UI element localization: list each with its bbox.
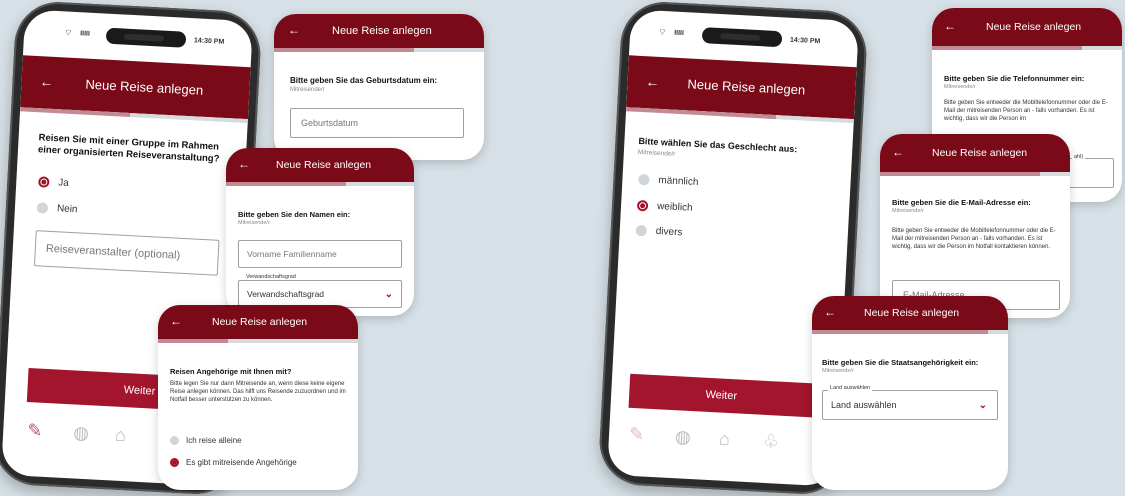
radio-divers[interactable] [635,224,648,237]
progress-fill [226,182,346,186]
relation-value: Verwandschaftsgrad [247,289,325,299]
radio-weiblich[interactable] [636,199,649,212]
card-title: Neue Reise anlegen [276,159,372,171]
card-title: Neue Reise anlegen [332,25,432,37]
radio-alone[interactable] [170,436,179,445]
tour-operator-placeholder: Reiseveranstalter (optional) [45,242,181,262]
question-text: Bitte geben Sie das Geburtsdatum ein: [290,76,438,85]
subtitle: Mitreisende/r [290,87,325,93]
progress-fill [274,48,414,52]
relation-select[interactable]: Verwandschaftsgrad ⌄ [238,280,402,308]
radio-label-relatives: Es gibt mitreisende Angehörige [186,458,297,467]
radio-label-alone: Ich reise alleine [186,436,242,445]
info-text: Bitte legen Sie nur dann Mitreisende an,… [170,381,346,403]
phone-legend-fragment: ahl) [1072,154,1086,160]
card-app-bar: ← Neue Reise anlegen [274,14,484,48]
info-text: Bitte geben Sie entweder die Mobiltelefo… [892,228,1056,250]
question-text: Bitte geben Sie die E-Mail-Adresse ein: [892,198,1031,207]
radio-label-weiblich: weiblich [656,200,693,214]
status-time: 14:30 PM [789,36,821,46]
radio-label-maennlich: männlich [658,175,699,189]
question-text: Reisen Angehörige mit Ihnen mit? [170,367,292,376]
radio-label-nein: Nein [56,203,78,216]
subtitle: Mitreisende/r [238,220,270,226]
edit-icon[interactable]: ✎ [629,424,645,446]
card-title: Neue Reise anlegen [212,316,308,328]
back-arrow-icon[interactable]: ← [944,20,956,32]
radio-relatives[interactable] [170,458,179,467]
globe-icon[interactable]: ◍ [674,426,692,448]
weiter-button[interactable]: Weiter [628,373,815,418]
wifi-icon: ⌔ [657,26,667,38]
question-text: Reisen Sie mit einer Gruppe im Rahmen ei… [37,132,220,165]
status-time: 14:30 PM [193,37,225,46]
card-app-bar: ← Neue Reise anlegen [880,134,1070,172]
chevron-down-icon: ⌄ [384,289,393,300]
globe-icon[interactable]: ◍ [73,422,90,444]
name-input[interactable]: Vorname Familienname [238,240,402,268]
card-app-bar: ← Neue Reise anlegen [226,148,414,182]
card-app-bar: ← Neue Reise anlegen [932,8,1122,46]
subtitle: Mitreisende/r [637,148,676,158]
alarm-icon[interactable]: ♧ [762,431,779,453]
progress-fill [880,172,1040,176]
card-birthdate: ← Neue Reise anlegen Bitte geben Sie das… [274,14,484,160]
back-arrow-icon[interactable]: ← [238,158,250,170]
subtitle: Mitreisende/r [892,208,924,214]
card-title: Neue Reise anlegen [864,307,960,319]
progress-fill [158,339,228,343]
progress-fill [812,330,988,334]
subtitle: Mitreisende/r [944,84,976,90]
country-value: Land auswählen [831,400,897,410]
chevron-down-icon: ⌄ [978,400,987,411]
back-arrow-icon[interactable]: ← [892,146,904,158]
app-bar-title: Neue Reise anlegen [687,76,806,98]
card-email: ← Neue Reise anlegen Bitte geben Sie die… [880,134,1070,318]
app-bar-title: Neue Reise anlegen [85,76,204,98]
edit-icon[interactable]: ✎ [27,420,43,442]
card-relatives: ← Neue Reise anlegen Reisen Angehörige m… [158,305,358,490]
question-text: Bitte geben Sie die Staatsangehörigkeit … [822,358,979,367]
card-title: Neue Reise anlegen [932,147,1028,159]
subtitle: Mitreisende/r [822,368,854,374]
map-icon[interactable]: ⌂ [115,425,127,447]
card-title: Neue Reise anlegen [986,21,1082,33]
camera-notch [701,27,783,48]
radio-ja[interactable] [38,176,50,188]
question-text: Bitte geben Sie den Namen ein: [238,210,351,219]
card-app-bar: ← Neue Reise anlegen [158,305,358,339]
country-select[interactable]: Land auswählen ⌄ [822,390,998,420]
country-legend: Land auswählen [828,385,873,391]
relation-legend: Verwandschaftsgrad [244,274,298,280]
camera-notch [105,27,187,48]
progress-fill [932,46,1082,50]
radio-maennlich[interactable] [638,173,650,186]
battery-indicator: IIIII [673,29,685,38]
birthdate-placeholder: Geburtsdatum [301,118,359,128]
radio-label-divers: divers [655,225,683,239]
tour-operator-input[interactable]: Reiseveranstalter (optional) [33,230,220,276]
card-nationality: ← Neue Reise anlegen Bitte geben Sie die… [812,296,1008,490]
question-text: Bitte geben Sie die Telefonnummer ein: [944,74,1085,83]
card-name: ← Neue Reise anlegen Bitte geben Sie den… [226,148,414,316]
back-arrow-icon[interactable]: ← [39,73,54,90]
back-arrow-icon[interactable]: ← [288,24,300,36]
map-icon[interactable]: ⌂ [718,429,730,451]
back-arrow-icon[interactable]: ← [645,73,660,90]
card-app-bar: ← Neue Reise anlegen [812,296,1008,330]
weiter-button-label: Weiter [123,384,156,398]
battery-indicator: IIIII [79,30,91,38]
back-arrow-icon[interactable]: ← [170,315,182,327]
info-text: Bitte geben Sie entweder die Mobiltelefo… [944,100,1108,122]
back-arrow-icon[interactable]: ← [824,306,836,318]
birthdate-input[interactable]: Geburtsdatum [290,108,464,138]
radio-label-ja: Ja [58,177,70,189]
wifi-icon: ⌔ [63,27,73,38]
name-placeholder: Vorname Familienname [247,249,337,259]
radio-nein[interactable] [36,202,49,214]
weiter-button-label: Weiter [705,388,738,403]
